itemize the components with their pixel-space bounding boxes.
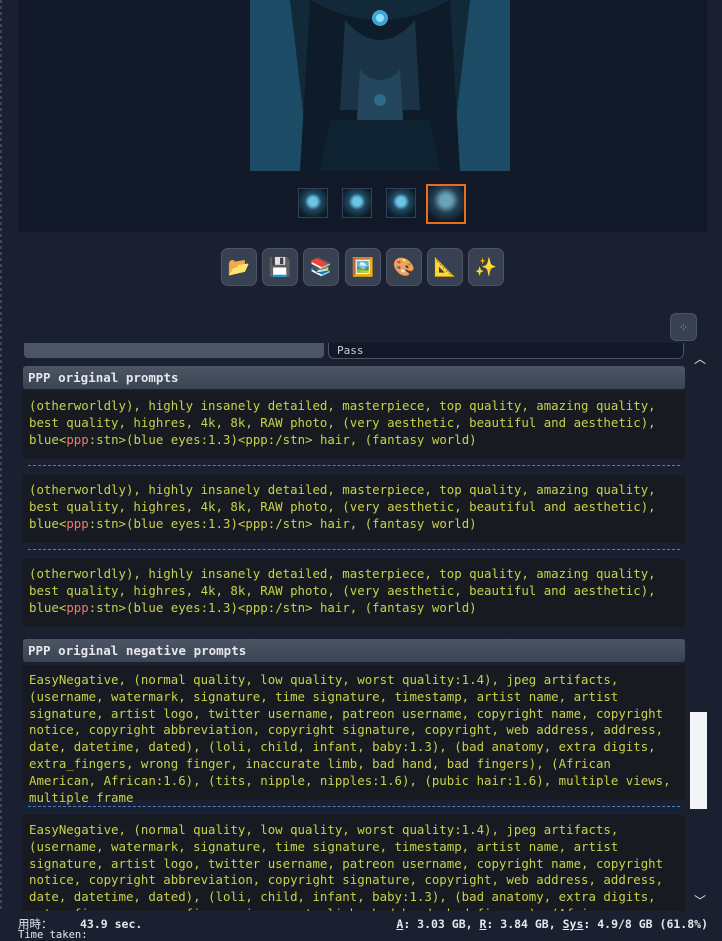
time-sub-label: Time taken:	[18, 929, 88, 941]
prompt-block-2: (otherworldly), highly insanely detailed…	[23, 475, 685, 543]
tag-name: ppp	[66, 515, 89, 531]
mem-sys: : 4.9/8 GB (61.8%)	[583, 917, 708, 931]
thumbnail-1[interactable]	[298, 188, 328, 218]
palette-icon: 🎨	[392, 256, 416, 278]
upscale-button[interactable]: ✨	[468, 248, 504, 286]
negative-block-2: EasyNegative, (normal quality, low quali…	[23, 815, 685, 911]
thumbnail-3[interactable]	[386, 188, 416, 218]
scroll-down-icon[interactable]: ﹀	[694, 892, 706, 909]
character-illustration	[250, 0, 510, 171]
collapsed-bar	[24, 343, 324, 358]
save-button[interactable]: 💾	[262, 248, 298, 286]
negative-text: EasyNegative, (normal quality, low quali…	[29, 822, 664, 911]
separator	[28, 806, 680, 807]
mem-sys-key: Sys	[562, 917, 584, 931]
tag-rest: :stn>(blue eyes:1.3)<ppp:/stn> hair, (fa…	[88, 599, 477, 615]
scroll-up-icon[interactable]: ︿	[694, 350, 706, 367]
tag-rest: :stn>(blue eyes:1.3)<ppp:/stn> hair, (fa…	[88, 431, 477, 447]
tag-rest: :stn>(blue eyes:1.3)<ppp:/stn> hair, (fa…	[88, 515, 477, 531]
prompts-section-header[interactable]: PPP original prompts	[23, 366, 685, 389]
tag-name: ppp	[66, 431, 89, 447]
tag-name: ppp	[66, 599, 89, 615]
separator	[28, 465, 680, 466]
save-icon: 💾	[268, 256, 292, 278]
generated-image[interactable]	[250, 0, 510, 171]
settings-corner-button[interactable]: ⁘	[670, 313, 697, 341]
send-to-inpaint-button[interactable]: 🎨	[386, 248, 422, 286]
ruler-icon: 📐	[433, 256, 457, 278]
open-folder-button[interactable]: 📂	[221, 248, 257, 286]
image-icon: 🖼️	[351, 256, 375, 278]
negative-section-header[interactable]: PPP original negative prompts	[23, 639, 685, 662]
time-value: 43.9 sec.	[80, 917, 143, 931]
scrollbar-thumb[interactable]	[690, 712, 707, 809]
thumbnail-2[interactable]	[342, 188, 372, 218]
gallery-panel	[18, 0, 707, 232]
grip-icon: ⁘	[678, 320, 689, 334]
negative-text: EasyNegative, (normal quality, low quali…	[29, 672, 671, 805]
send-to-extras-button[interactable]: 📐	[427, 248, 463, 286]
text-field[interactable]: Pass	[328, 343, 684, 359]
zip-icon: 📚	[309, 256, 333, 278]
send-to-img2img-button[interactable]: 🖼️	[345, 248, 381, 286]
status-bar: 用時： 43.9 sec. Time taken: A: 3.03 GB, R:…	[0, 911, 722, 941]
thumbnail-4-selected[interactable]	[426, 184, 466, 224]
text-field-value: Pass	[337, 344, 364, 357]
prompt-block-1: (otherworldly), highly insanely detailed…	[23, 391, 685, 459]
mem-r: : 3.84 GB,	[486, 917, 563, 931]
info-log-panel: Pass PPP original prompts (otherworldly)…	[0, 343, 722, 911]
folder-icon: 📂	[227, 256, 251, 278]
mem-a: : 3.03 GB,	[403, 917, 480, 931]
separator	[28, 549, 680, 550]
prompt-block-3: (otherworldly), highly insanely detailed…	[23, 559, 685, 627]
zip-button[interactable]: 📚	[303, 248, 339, 286]
sparkles-icon: ✨	[474, 256, 498, 278]
memory-usage: A: 3.03 GB, R: 3.84 GB, Sys: 4.9/8 GB (6…	[396, 917, 708, 931]
negative-block-1: EasyNegative, (normal quality, low quali…	[23, 665, 685, 805]
